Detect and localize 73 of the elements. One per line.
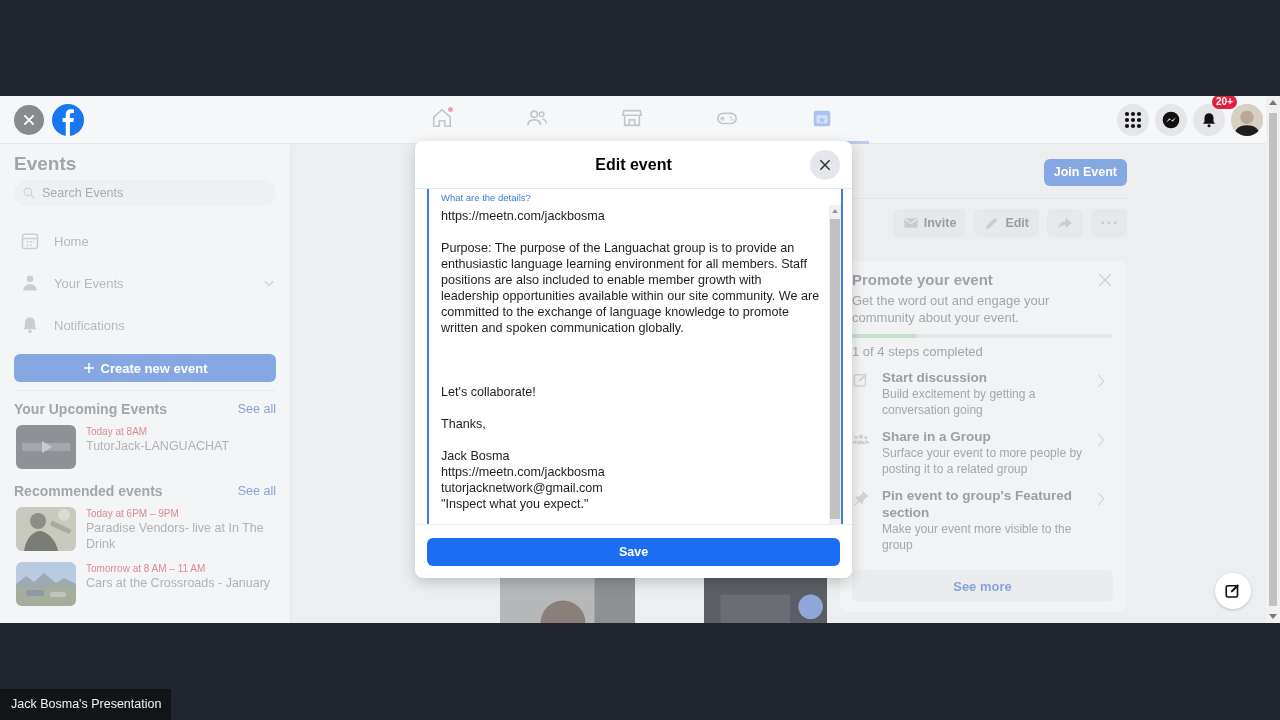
dialog-title: Edit event	[595, 155, 672, 174]
pin-icon	[852, 489, 870, 507]
event-title[interactable]: TutorJack-LANGUACHAT	[86, 438, 230, 454]
text-line: Purpose: The purpose of the Languachat group is to provide an enthusiastic language learning environment for all members. Staff positions are also included to enable member growth with leadership opportunities available within our site community. We are committed to the exchange of language knowledge to promote written and spoken communication globally.	[441, 240, 821, 336]
create-event-button[interactable]: Create new event	[14, 354, 276, 382]
step-description: Make your event more visible to the group	[882, 521, 1073, 553]
step-title[interactable]: Pin event to group's Featured section	[882, 487, 1093, 521]
text-line: tutorjacknetwork@gmail.com	[441, 480, 604, 496]
step-title[interactable]: Share in a Group	[882, 428, 1093, 445]
event-time: Today at 8AM	[86, 425, 149, 438]
see-all-link[interactable]: See all	[237, 402, 276, 416]
see-more-button[interactable]: See more	[852, 570, 1113, 602]
scrollbar[interactable]	[1266, 96, 1280, 623]
event-time: Today at 6PM – 9PM	[86, 507, 180, 520]
close-button[interactable]	[810, 150, 840, 180]
sidebar-item[interactable]: Notifications	[14, 304, 276, 346]
text-line: Let's collaborate!	[441, 384, 537, 400]
notification-dot	[448, 106, 453, 112]
section-title: Recommended events	[14, 483, 163, 499]
search-field[interactable]: Search Events	[14, 180, 276, 206]
close-icon	[22, 112, 36, 127]
scrollbar[interactable]	[829, 205, 841, 524]
card-title: Promote your event	[852, 271, 993, 288]
share-icon	[1057, 215, 1073, 231]
home-icon	[430, 107, 453, 129]
calendar-icon	[20, 231, 40, 251]
share-button[interactable]	[1047, 209, 1083, 237]
progress-text: 1 of 4 steps completed	[852, 344, 984, 359]
details-field[interactable]	[427, 189, 843, 524]
text-line: https://meetn.com/jackbosma	[441, 464, 606, 480]
person-icon	[20, 273, 40, 293]
notification-badge: 20+	[1212, 96, 1237, 109]
presentation-label: Jack Bosma's Presentation	[11, 697, 162, 711]
edit-button[interactable]: Edit	[974, 209, 1039, 237]
compose-button[interactable]	[1215, 573, 1251, 609]
sidebar-item[interactable]: Home	[14, 220, 276, 262]
marketplace-icon	[620, 107, 643, 129]
sidebar-item[interactable]: Your Events	[14, 262, 276, 304]
search-icon	[22, 186, 36, 200]
step-description: Surface your event to more people by posting it to a related group	[882, 445, 1084, 477]
text-line: Thanks,	[441, 416, 487, 432]
menu-button[interactable]	[1117, 103, 1149, 136]
logo-icon[interactable]	[52, 103, 84, 136]
sidebar-title: Events	[14, 152, 78, 176]
notifications-button[interactable]	[1193, 103, 1225, 136]
invite-icon	[902, 215, 919, 231]
messenger-button[interactable]	[1155, 103, 1187, 136]
text-line: https://meetn.com/jackbosma	[441, 208, 606, 224]
close-icon[interactable]	[1097, 271, 1113, 288]
avatar-icon	[1231, 103, 1263, 136]
avatar[interactable]	[1231, 103, 1263, 136]
save-button[interactable]: Save	[427, 538, 840, 566]
step-title[interactable]: Start discussion	[882, 369, 1093, 386]
card-description: Get the word out and engage your community about your event.	[852, 292, 1051, 326]
discussion-icon	[852, 371, 870, 389]
compose-icon	[1224, 582, 1242, 600]
event-title[interactable]: Cars at the Crossroads - January	[86, 575, 271, 591]
event-title[interactable]: Paradise Vendors- live at In The Drink	[86, 520, 276, 552]
grid-menu-icon	[1124, 110, 1142, 129]
section-title: Your Upcoming Events	[14, 401, 167, 417]
invite-button[interactable]: Invite	[892, 209, 967, 237]
event-time: Tomorrow at 8 AM – 11 AM	[86, 562, 207, 575]
join-event-button[interactable]: Join Event	[1043, 159, 1127, 186]
more-button[interactable]	[1091, 209, 1127, 237]
messenger-icon	[1161, 109, 1181, 130]
bell-icon	[1200, 110, 1218, 129]
field-label: What are the details?	[441, 192, 532, 204]
close-icon	[818, 158, 832, 172]
plus-icon	[82, 362, 95, 374]
step-description: Build excitement by getting a conversation going	[882, 386, 1037, 418]
text-line: "Inspect what you expect."	[441, 496, 590, 512]
text-line: Jack Bosma	[441, 448, 511, 464]
see-all-link[interactable]: See all	[237, 484, 276, 498]
